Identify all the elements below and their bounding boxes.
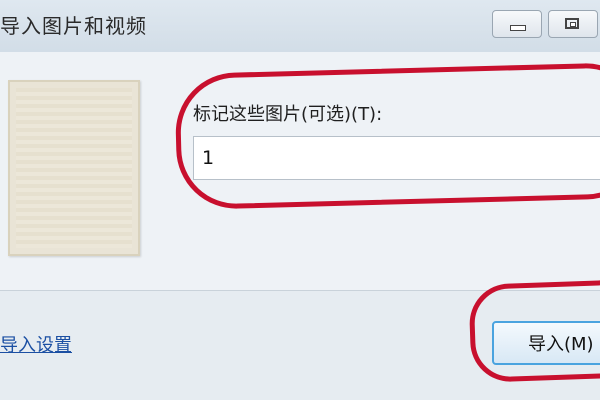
maximize-button[interactable] xyxy=(548,10,598,38)
title-bar: 导入图片和视频 xyxy=(0,0,600,52)
photo-thumbnail xyxy=(8,80,140,256)
import-settings-link[interactable]: 导入设置 xyxy=(0,331,72,357)
import-dialog: 导入图片和视频 标记这些图片(可选)(T): 导入设置 导入(M) xyxy=(0,0,600,400)
photo-thumbnail-image xyxy=(16,88,132,248)
annotation-circle-tag xyxy=(174,61,600,211)
window-title: 导入图片和视频 xyxy=(0,14,147,38)
minimize-icon xyxy=(510,25,526,31)
annotation-circle-import xyxy=(468,279,600,383)
minimize-button[interactable] xyxy=(492,10,542,38)
maximize-icon xyxy=(565,18,579,29)
